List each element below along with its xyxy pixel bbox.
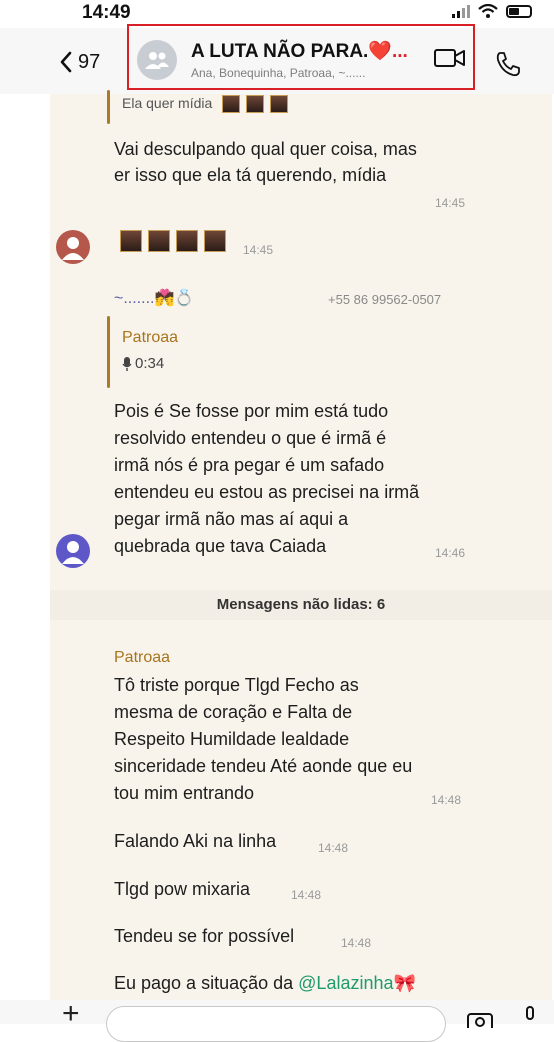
message-time: 14:48 <box>291 888 322 902</box>
message-text: Pois é Se fosse por mim está tudo <box>114 401 389 421</box>
message-text: resolvido entendeu o que é irmã é <box>114 428 387 448</box>
chevron-left-icon <box>60 51 72 73</box>
unread-count: 97 <box>78 50 101 73</box>
message-time: 14:46 <box>435 546 466 560</box>
message-text: er isso que ela tá querendo, mídia <box>114 165 387 185</box>
avatar[interactable] <box>56 534 90 568</box>
input-bar: + <box>0 999 554 1042</box>
unread-divider: Mensagens não lidas: 6 <box>50 590 552 620</box>
quote-bar <box>107 316 110 388</box>
sender-name: Patroaa <box>114 649 171 666</box>
group-avatar-icon <box>137 40 177 80</box>
microphone-icon <box>122 356 132 371</box>
phone-call-icon[interactable] <box>494 50 522 78</box>
message-time: 14:48 <box>431 793 462 807</box>
video-call-icon[interactable] <box>433 46 467 70</box>
status-icons <box>452 4 532 18</box>
back-button[interactable]: 97 <box>58 50 100 74</box>
message-text: irmã nós é pra pegar é um safado <box>114 455 385 475</box>
quote-bar <box>107 90 110 124</box>
message-text: Eu pago a situação da @Lalazinha🎀 <box>114 973 416 993</box>
message-text: Respeito Humildade lealdade <box>114 729 350 749</box>
wifi-icon <box>478 4 498 18</box>
group-info-button[interactable]: A LUTA NÃO PARA.❤️... Ana, Bonequinha, P… <box>127 24 475 90</box>
message-text: Vai desculpando qual quer coisa, mas <box>114 139 417 159</box>
message-text: Tlgd pow mixaria <box>114 879 251 899</box>
message-text: Tô triste porque Tlgd Fecho as <box>114 675 359 695</box>
signal-icon <box>452 4 470 18</box>
group-title: A LUTA NÃO PARA.❤️... <box>191 41 408 62</box>
message-text: entendeu eu estou as precisei na irmã <box>114 482 420 502</box>
quoted-audio: 0:34 <box>122 355 164 372</box>
quoted-text: Ela quer mídia <box>122 90 294 116</box>
message-time: 14:48 <box>341 936 372 950</box>
avatar[interactable] <box>56 230 90 264</box>
message-text: tou mim entrando <box>114 783 255 803</box>
message-time: 14:45 <box>243 243 274 257</box>
message-text: Falando Aki na linha <box>114 831 277 851</box>
quoted-sender: Patroaa <box>122 329 179 346</box>
message-input[interactable] <box>106 1006 446 1042</box>
message-time: 14:48 <box>318 841 349 855</box>
emoji-message <box>120 230 232 252</box>
chat-header: 97 A LUTA NÃO PARA.❤️... Ana, Bonequinha… <box>0 24 554 94</box>
sender-phone: +55 86 99562-0507 <box>328 292 442 307</box>
mention-link[interactable]: @Lalazinha🎀 <box>298 973 416 993</box>
message-time: 14:45 <box>435 196 466 210</box>
message-text: quebrada que tava Caiada <box>114 536 327 556</box>
camera-icon[interactable] <box>466 1010 494 1028</box>
message-text: sinceridade tendeu Até aonde que eu <box>114 756 413 776</box>
microphone-icon[interactable] <box>522 1006 538 1024</box>
message-text: Tendeu se for possível <box>114 926 295 946</box>
sender-name: ~.......💏💍 <box>114 290 195 307</box>
group-members: Ana, Bonequinha, Patroaa, ~...... <box>191 66 366 80</box>
message-text: mesma de coração e Falta de <box>114 702 353 722</box>
status-time: 14:49 <box>82 2 131 23</box>
battery-icon <box>506 4 532 18</box>
plus-icon[interactable]: + <box>62 999 80 1029</box>
message-text: pegar irmã não mas aí aqui a <box>114 509 349 529</box>
